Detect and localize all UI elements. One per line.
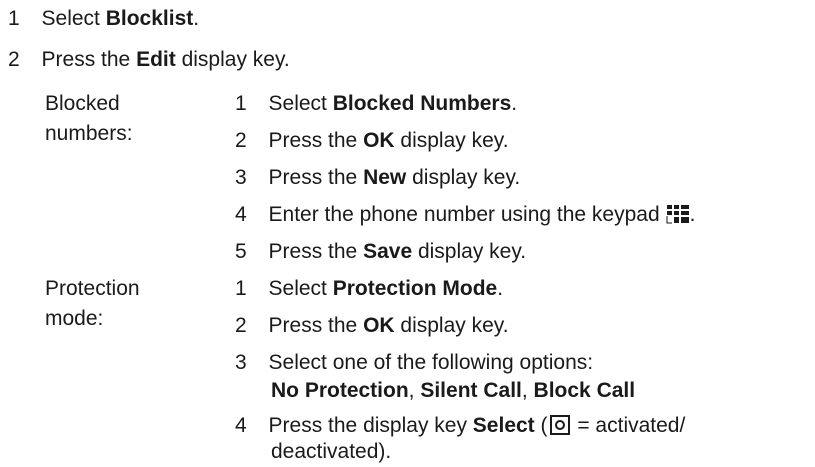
step-text-pre: Enter the phone number using the keypad [268, 203, 660, 226]
step-text-bold: Protection Mode [332, 277, 498, 300]
options-list: No Protection, Silent Call, Block Call [271, 376, 635, 406]
substep-item: 1 Select Blocked Numbers. [235, 89, 517, 119]
step-text-post: display key. [406, 166, 521, 189]
step-number: 2 [8, 48, 20, 71]
step-text-bold: Save [363, 240, 413, 263]
step-number: 3 [235, 351, 247, 374]
step-text-post: = activated/ [571, 414, 686, 437]
step-text-post: . [193, 7, 200, 30]
step-text: Press the OK display key. [269, 314, 509, 337]
step-text-bold: OK [363, 129, 395, 152]
label-line: numbers: [45, 122, 133, 145]
step-text-post: . [689, 203, 696, 226]
step-text-paren: ( [534, 414, 548, 437]
step-number: 2 [235, 314, 247, 337]
substep-item: 5 Press the Save display key. [235, 237, 526, 267]
step-number: 1 [8, 7, 20, 30]
label-line: Blocked [45, 92, 120, 115]
step-item: 1 Select Blocklist. [8, 4, 199, 34]
step-text-pre: Select [268, 277, 333, 300]
substep-item: 2 Press the OK display key. [235, 311, 509, 341]
keypad-icon [666, 203, 690, 224]
step-text-post: display key. [412, 240, 527, 263]
step-text-bold: Select [472, 414, 535, 437]
substep-continuation: deactivated). [271, 437, 391, 467]
option-no-protection: No Protection [271, 379, 409, 402]
step-number: 4 [235, 414, 247, 437]
step-number: 3 [235, 166, 247, 189]
step-text: Select Blocklist. [42, 7, 200, 30]
step-text-post: display key. [394, 314, 509, 337]
step-text-bold: New [363, 166, 407, 189]
substep-item: 4 Enter the phone number using the keypa… [235, 200, 695, 230]
step-text: Press the Edit display key. [42, 48, 290, 71]
step-number: 1 [235, 277, 247, 300]
step-text: Select Blocked Numbers. [269, 92, 518, 115]
option-separator: , [408, 379, 421, 402]
step-text-post: deactivated). [271, 440, 392, 463]
step-text-post: . [511, 92, 518, 115]
step-text: Press the New display key. [269, 166, 521, 189]
step-text-pre: Select [268, 92, 333, 115]
substep-item: 1 Select Protection Mode. [235, 274, 503, 304]
step-text: Press the Save display key. [269, 240, 527, 263]
step-text: Press the display key Select ( = activat… [269, 414, 686, 437]
step-text-bold: OK [363, 314, 395, 337]
step-text-bold: Blocklist [105, 7, 194, 30]
step-number: 1 [235, 92, 247, 115]
step-text-pre: Press the [268, 166, 364, 189]
section-label-protection: Protection mode: [45, 274, 140, 334]
step-number: 4 [235, 203, 247, 226]
step-text-pre: Press the [268, 129, 364, 152]
option-block-call: Block Call [533, 379, 636, 402]
step-text-pre: Press the [41, 48, 137, 71]
step-text-pre: Press the display key [268, 414, 473, 437]
step-number: 2 [235, 129, 247, 152]
step-text: Enter the phone number using the keypad. [269, 203, 696, 226]
step-text: Select Protection Mode. [269, 277, 504, 300]
substep-item: 3 Press the New display key. [235, 163, 520, 193]
step-text-pre: Select [41, 7, 106, 30]
option-silent-call: Silent Call [420, 379, 522, 402]
section-label-blocked: Blocked numbers: [45, 89, 133, 149]
label-line: Protection [45, 277, 140, 300]
step-text: Select one of the following options: [269, 351, 594, 374]
step-text: Press the OK display key. [269, 129, 509, 152]
step-text-pre: Press the [268, 240, 364, 263]
radio-button-icon [549, 415, 570, 435]
step-text-post: . [497, 277, 504, 300]
step-number: 5 [235, 240, 247, 263]
step-text-pre: Press the [268, 314, 364, 337]
substep-item: 3 Select one of the following options: [235, 348, 593, 378]
option-separator: , [521, 379, 534, 402]
step-text-bold: Edit [136, 48, 176, 71]
step-text-pre: Select one of the following options: [268, 351, 594, 374]
substep-item: 2 Press the OK display key. [235, 126, 509, 156]
step-text-post: display key. [175, 48, 290, 71]
step-text-post: display key. [394, 129, 509, 152]
step-item: 2 Press the Edit display key. [8, 45, 290, 75]
label-line: mode: [45, 307, 104, 330]
step-text-bold: Blocked Numbers [332, 92, 512, 115]
